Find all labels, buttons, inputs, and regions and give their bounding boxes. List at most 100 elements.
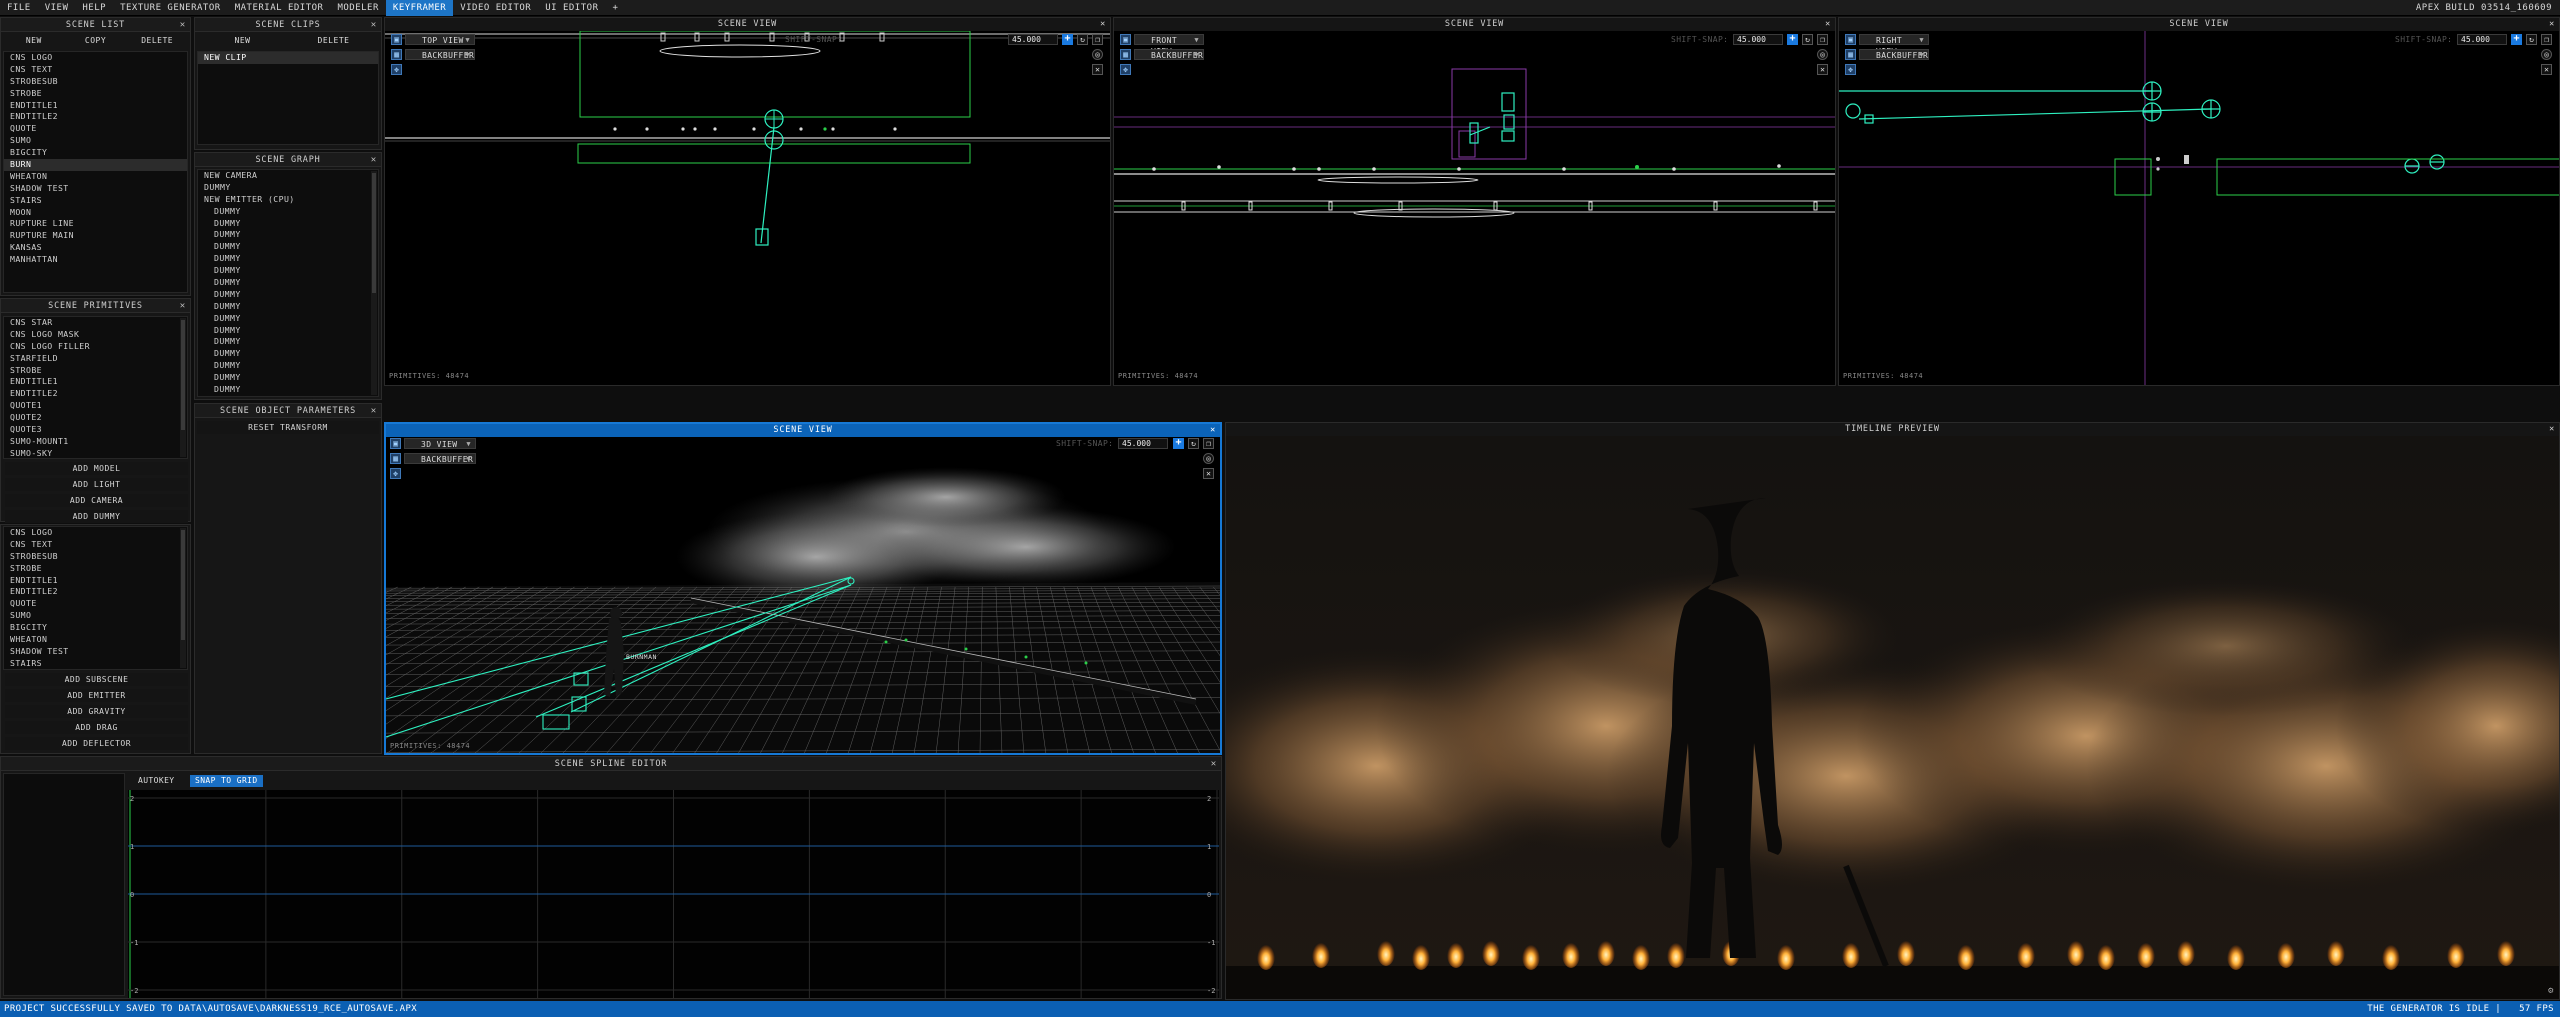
menu-video-editor[interactable]: VIDEO EDITOR	[453, 0, 538, 16]
list-item[interactable]: ENDTITLE2	[4, 586, 187, 598]
maximize-icon[interactable]: ❐	[2541, 34, 2552, 45]
list-item[interactable]: ENDTITLE1	[4, 575, 187, 587]
tree-item[interactable]: NEW EMITTER (CPU)	[198, 194, 378, 206]
close-icon[interactable]: ✕	[1825, 18, 1831, 31]
close-icon[interactable]: ✕	[180, 299, 186, 313]
tree-item[interactable]: DUMMY	[198, 301, 378, 313]
copy-scene-button[interactable]: COPY	[65, 34, 127, 48]
tree-item[interactable]: DUMMY	[198, 241, 378, 253]
reset-icon[interactable]: ↻	[1188, 438, 1199, 449]
add-camera-button[interactable]: ADD CAMERA	[5, 494, 188, 507]
perspective-viewport[interactable]: SCENE VIEW ✕ ▣ 3D VIEW ▼ ▦ BACKBUFFER ▼ …	[384, 422, 1222, 755]
add-dummy-button[interactable]: ADD DUMMY	[5, 510, 188, 523]
new-clip-button[interactable]: NEW	[197, 34, 288, 48]
view-mode-dropdown[interactable]: FRONT VIEW▼	[1134, 34, 1204, 56]
scrollbar[interactable]	[180, 528, 186, 668]
top-view-viewport[interactable]: SCENE VIEW ✕ ▣ TOP VIEW ▼ ▦ BACKBUFFER ▼ ✥ …	[384, 17, 1111, 386]
list-item[interactable]: BIGCITY	[4, 147, 187, 159]
tree-item[interactable]: DUMMY	[198, 218, 378, 230]
tree-item[interactable]: DUMMY	[198, 182, 378, 194]
close-icon[interactable]: ✕	[2549, 423, 2555, 436]
viewport-settings-icon[interactable]: ▣	[390, 438, 401, 449]
add-emitter-button[interactable]: ADD EMITTER	[5, 689, 188, 702]
close-icon[interactable]: ✕	[371, 404, 377, 418]
list-item[interactable]: NEW CLIP	[198, 52, 378, 64]
scrollbar[interactable]	[371, 171, 377, 395]
reset-icon[interactable]: ↻	[1077, 34, 1088, 45]
reset-transform-button[interactable]: RESET TRANSFORM	[197, 421, 379, 434]
close-icon[interactable]: ✕	[2541, 64, 2552, 75]
view-mode-dropdown[interactable]: 3D VIEW ▼	[404, 438, 476, 449]
list-item[interactable]: MOON	[4, 207, 187, 219]
menu-view[interactable]: VIEW	[38, 0, 76, 16]
close-icon[interactable]: ✕	[1203, 468, 1214, 479]
view-mode-dropdown[interactable]: RIGHT VIEW▼	[1859, 34, 1929, 56]
menu-modeler[interactable]: MODELER	[330, 0, 385, 16]
add-icon[interactable]: +	[1173, 438, 1184, 449]
target-icon[interactable]: ◎	[1092, 49, 1103, 60]
list-item[interactable]: QUOTE	[4, 598, 187, 610]
menu-material-editor[interactable]: MATERIAL EDITOR	[228, 0, 331, 16]
list-item[interactable]: SUMO	[4, 610, 187, 622]
view-mode-dropdown[interactable]: TOP VIEW ▼	[405, 34, 475, 45]
grid-icon[interactable]: ▦	[1120, 49, 1131, 60]
list-item[interactable]: QUOTE	[4, 123, 187, 135]
add-subscene-button[interactable]: ADD SUBSCENE	[5, 673, 188, 686]
buffer-dropdown[interactable]: BACKBUFFER ▼	[404, 453, 476, 464]
tree-item[interactable]: DUMMY	[198, 253, 378, 265]
list-item[interactable]: QUOTE3	[4, 424, 187, 436]
add-model-button[interactable]: ADD MODEL	[5, 462, 188, 475]
menu-keyframer[interactable]: KEYFRAMER	[385, 0, 454, 16]
list-item[interactable]: SUMO	[4, 135, 187, 147]
viewport-settings-icon[interactable]: ▣	[1845, 34, 1856, 45]
reset-icon[interactable]: ↻	[1802, 34, 1813, 45]
spline-graph[interactable]: 2 2 1 1 0 0 -1 -1 -2 -2	[128, 790, 1219, 998]
transform-icon[interactable]: ✥	[1845, 64, 1856, 75]
tree-item[interactable]: DUMMY	[198, 277, 378, 289]
add-light-button[interactable]: ADD LIGHT	[5, 478, 188, 491]
snap-value-input[interactable]: 45.000	[1733, 34, 1783, 45]
list-item[interactable]: ENDTITLE1	[4, 376, 187, 388]
transform-icon[interactable]: ✥	[390, 468, 401, 479]
list-item[interactable]: ENDTITLE2	[4, 111, 187, 123]
close-icon[interactable]: ✕	[371, 153, 377, 167]
reset-icon[interactable]: ↻	[2526, 34, 2537, 45]
list-item[interactable]: SHADOW TEST	[4, 183, 187, 195]
tree-item[interactable]: DUMMY	[198, 206, 378, 218]
add-icon[interactable]: +	[2511, 34, 2522, 45]
scrollbar[interactable]	[180, 318, 186, 457]
list-item[interactable]: CNS TEXT	[4, 64, 187, 76]
add-icon[interactable]: +	[1062, 34, 1073, 45]
close-icon[interactable]: ✕	[1100, 18, 1106, 31]
list-item[interactable]: SHADOW TEST	[4, 646, 187, 658]
add-deflector-button[interactable]: ADD DEFLECTOR	[5, 737, 188, 750]
close-icon[interactable]: ✕	[371, 18, 377, 32]
list-item[interactable]: CNS LOGO	[4, 52, 187, 64]
list-item[interactable]: STARFIELD	[4, 353, 187, 365]
snap-value-input[interactable]: 45.000	[1118, 438, 1168, 449]
list-item[interactable]: WHEATON	[4, 634, 187, 646]
grid-icon[interactable]: ▦	[391, 49, 402, 60]
list-item[interactable]: CNS LOGO FILLER	[4, 341, 187, 353]
scrollbar-thumb[interactable]	[181, 320, 185, 430]
maximize-icon[interactable]: ❐	[1092, 34, 1103, 45]
menu-add-tab[interactable]: +	[606, 0, 626, 16]
list-item[interactable]: CNS LOGO	[4, 527, 187, 539]
close-icon[interactable]: ✕	[1817, 64, 1828, 75]
list-item[interactable]: CNS TEXT	[4, 539, 187, 551]
list-item[interactable]: CNS STAR	[4, 317, 187, 329]
snap-value-input[interactable]: 45.000	[2457, 34, 2507, 45]
snap-to-grid-toggle[interactable]: SNAP TO GRID	[190, 775, 263, 787]
list-item[interactable]: KANSAS	[4, 242, 187, 254]
tree-item[interactable]: DUMMY	[198, 313, 378, 325]
close-icon[interactable]: ✕	[2549, 18, 2555, 31]
tree-item[interactable]: DUMMY	[198, 229, 378, 241]
menu-file[interactable]: FILE	[0, 0, 38, 16]
autokey-toggle[interactable]: AUTOKEY	[133, 775, 180, 787]
maximize-icon[interactable]: ❐	[1203, 438, 1214, 449]
snap-value-input[interactable]: 45.000	[1008, 34, 1058, 45]
tree-item[interactable]: DUMMY	[198, 372, 378, 384]
list-item[interactable]: ENDTITLE1	[4, 100, 187, 112]
tree-item[interactable]: NEW CAMERA	[198, 170, 378, 182]
list-item[interactable]: STROBE	[4, 563, 187, 575]
